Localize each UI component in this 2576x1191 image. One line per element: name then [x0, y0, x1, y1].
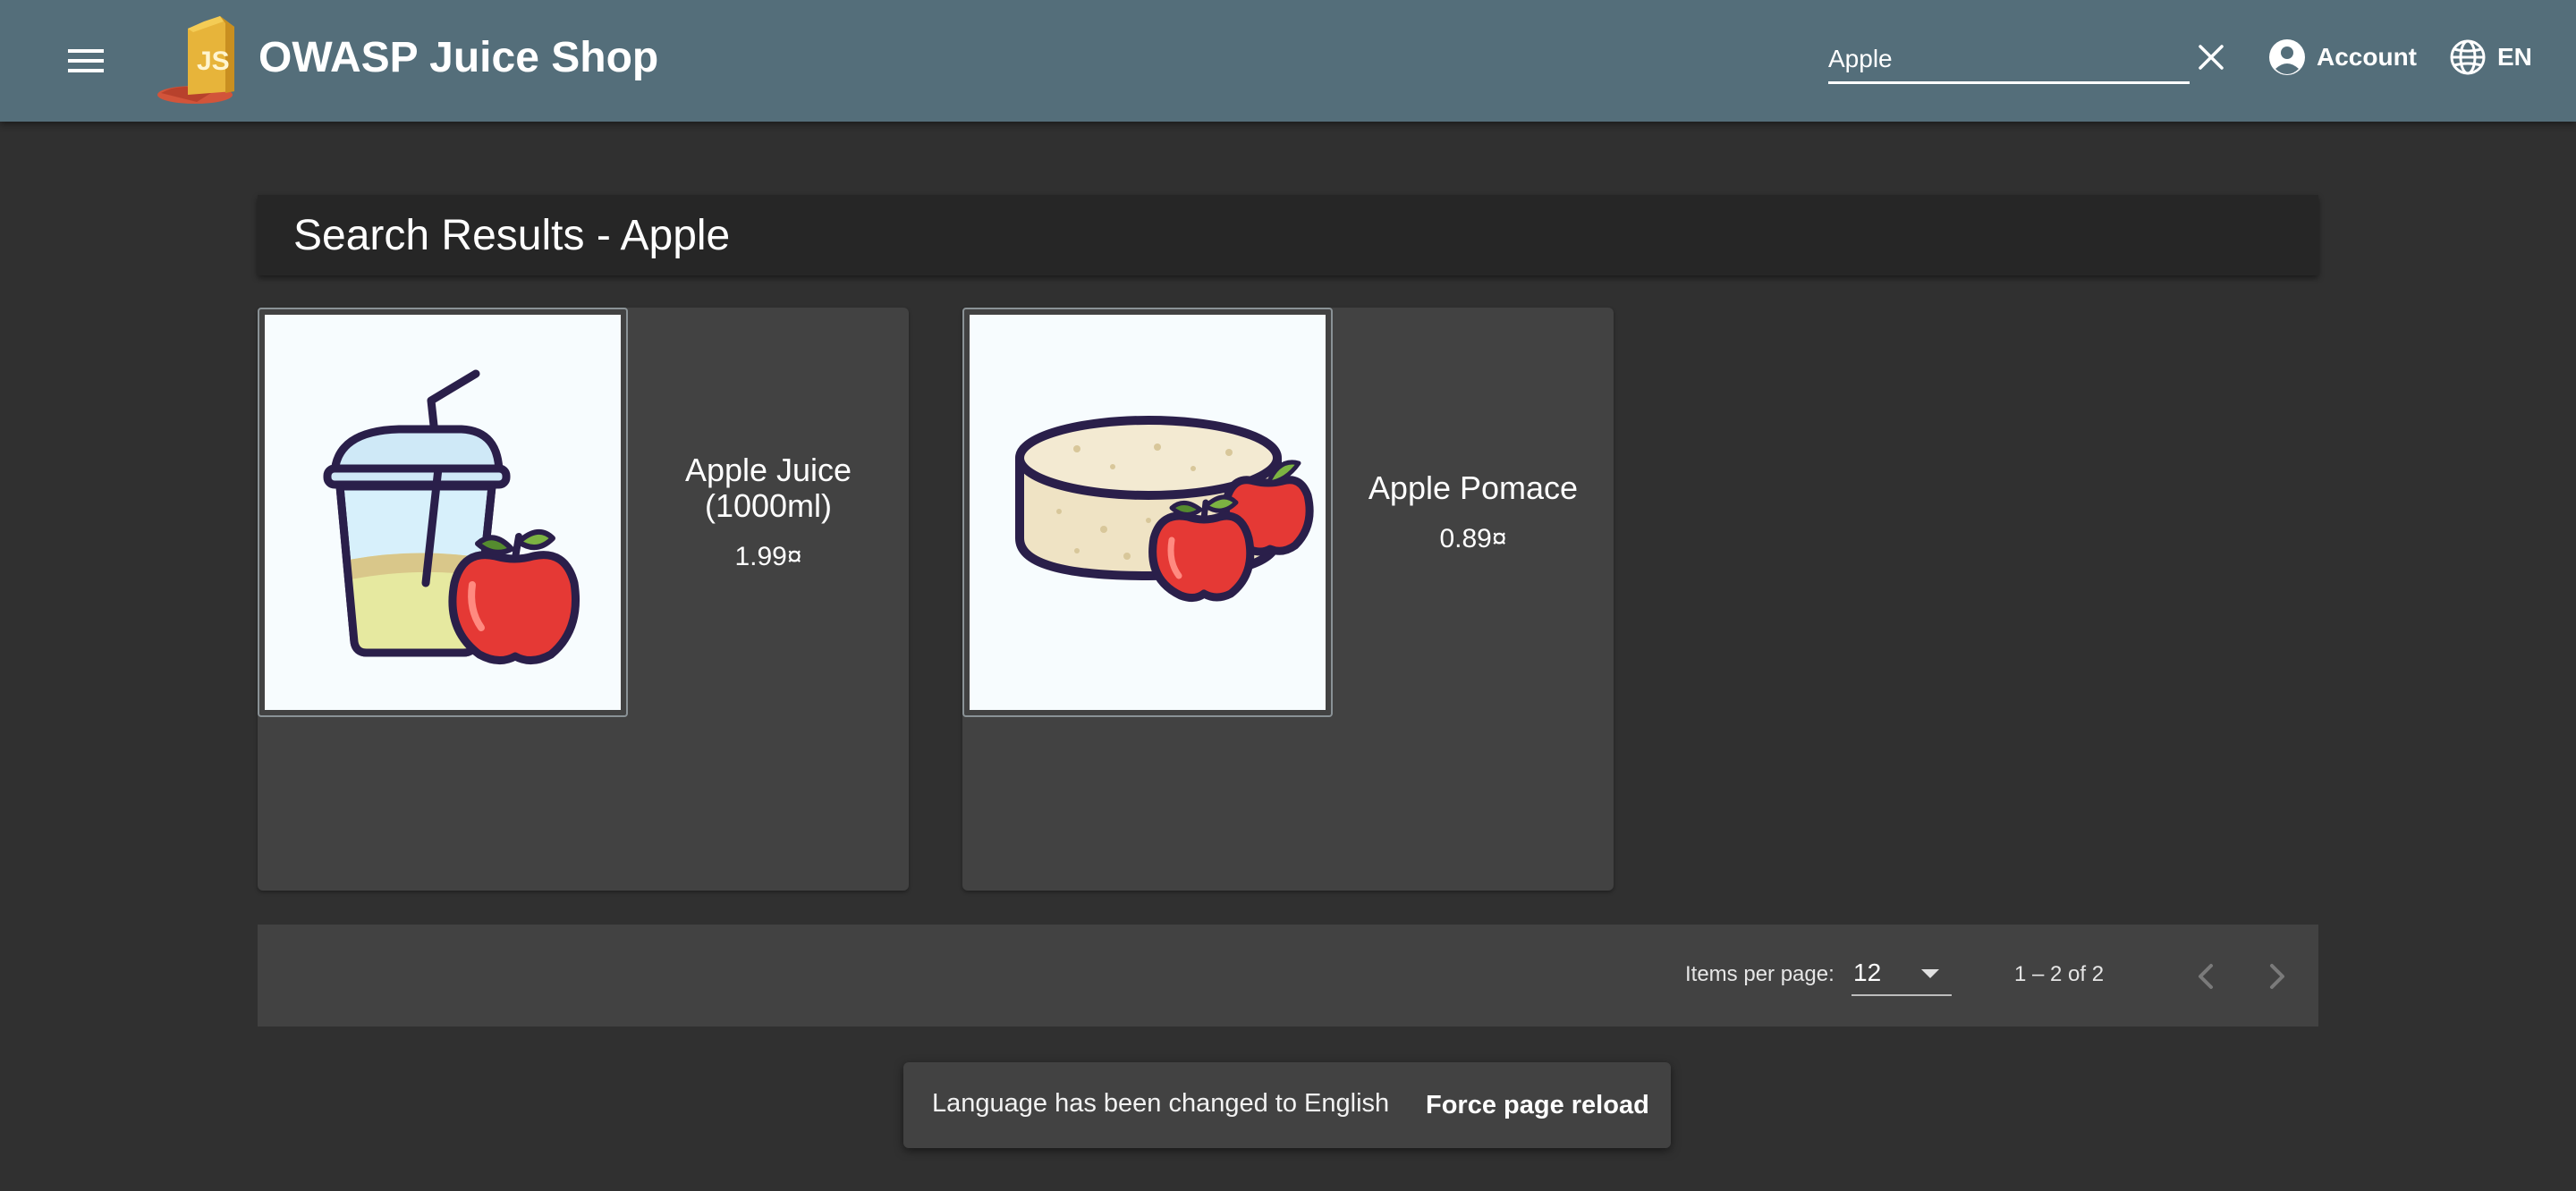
- hamburger-menu-icon: [68, 49, 104, 72]
- account-circle-icon: [2269, 39, 2305, 75]
- globe-icon: [2450, 39, 2486, 75]
- product-info: Apple Pomace 0.89¤: [1333, 308, 1614, 717]
- page-range-label: 1 – 2 of 2: [2014, 962, 2105, 986]
- items-per-page-value: 12: [1853, 959, 1882, 986]
- juice-shop-logo-icon[interactable]: JS: [157, 9, 250, 106]
- items-per-page-select[interactable]: 12: [1852, 951, 1952, 996]
- dropdown-arrow-icon: [1921, 969, 1939, 978]
- force-reload-button[interactable]: Force page reload: [1410, 1080, 1665, 1130]
- chevron-right-icon: [2270, 964, 2284, 989]
- product-card-apple-pomace[interactable]: Apple Pomace 0.89¤: [962, 308, 1614, 891]
- top-toolbar: JS OWASP Juice Shop Account EN: [0, 0, 2576, 122]
- search-field[interactable]: [1828, 36, 2190, 84]
- language-changed-snackbar: Language has been changed to English For…: [903, 1062, 1671, 1148]
- app-title[interactable]: OWASP Juice Shop: [258, 32, 658, 84]
- page-title: Search Results - Apple: [293, 212, 731, 259]
- apple-pomace-icon: [1015, 416, 1314, 603]
- apple-juice-icon: [323, 369, 580, 664]
- next-page-button[interactable]: [2252, 951, 2302, 1001]
- menu-button[interactable]: [55, 30, 116, 91]
- snackbar-message: Language has been changed to English: [932, 1089, 1390, 1118]
- items-per-page-label: Items per page:: [1685, 962, 1835, 986]
- product-price: 0.89¤: [1439, 524, 1507, 553]
- account-button[interactable]: Account: [2268, 32, 2417, 82]
- search-results-heading: Search Results - Apple: [258, 195, 2318, 275]
- product-image[interactable]: [962, 308, 1333, 717]
- product-card-apple-juice[interactable]: Apple Juice (1000ml) 1.99¤: [258, 308, 909, 891]
- search-input[interactable]: [1828, 41, 2186, 77]
- paginator: Items per page: 12 1 – 2 of 2: [258, 925, 2318, 1026]
- product-price: 1.99¤: [734, 542, 802, 571]
- language-label: EN: [2497, 43, 2532, 71]
- chevron-left-icon: [2199, 964, 2213, 989]
- language-button[interactable]: EN: [2449, 32, 2532, 82]
- account-label: Account: [2317, 43, 2417, 71]
- clear-search-button[interactable]: [2190, 32, 2233, 82]
- close-icon: [2199, 45, 2224, 70]
- product-image[interactable]: [258, 308, 628, 717]
- product-name: Apple Pomace: [1368, 469, 1579, 506]
- product-info: Apple Juice (1000ml) 1.99¤: [628, 308, 909, 717]
- svg-text:JS: JS: [197, 46, 230, 76]
- previous-page-button[interactable]: [2181, 951, 2231, 1001]
- product-name: Apple Juice (1000ml): [684, 452, 852, 524]
